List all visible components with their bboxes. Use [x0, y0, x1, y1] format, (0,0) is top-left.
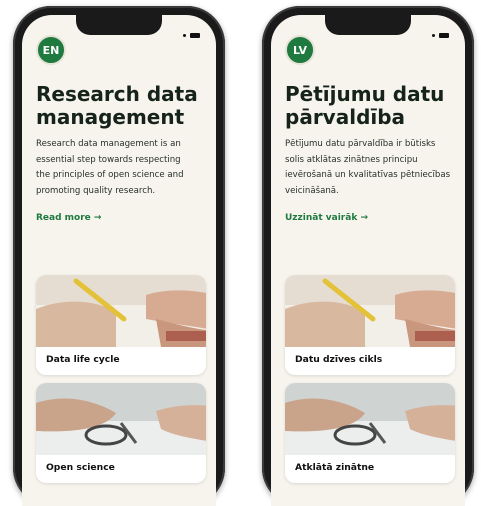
description-line: the principles of open science and: [36, 170, 184, 180]
description-line: Research data management is an: [36, 139, 181, 149]
description-line: Pētījumu datu pārvaldība ir būtisks: [285, 139, 436, 149]
card-label: Datu dzīves cikls: [295, 354, 383, 365]
page-title: Research data management: [36, 83, 206, 129]
card-data-life-cycle[interactable]: Datu dzīves cikls: [285, 275, 455, 375]
phone-screen: LV Pētījumu datu pārvaldība Pētījumu dat…: [271, 15, 465, 506]
page-description: Pētījumu datu pārvaldība ir būtisks soli…: [285, 137, 455, 199]
title-line: pārvaldība: [285, 105, 406, 129]
card-label: Open science: [46, 462, 115, 473]
page-content: EN Research data management Research dat…: [36, 35, 206, 483]
card-open-science[interactable]: Open science: [36, 383, 206, 483]
phone-notch: [76, 15, 162, 35]
phone-notch: [325, 15, 411, 35]
description-line: solis atklātas zinātnes principu: [285, 154, 418, 165]
language-badge[interactable]: LV: [285, 35, 315, 65]
phone-screen: EN Research data management Research dat…: [22, 15, 216, 506]
card-data-life-cycle[interactable]: Data life cycle: [36, 275, 206, 375]
title-line: Pētījumu datu: [285, 82, 445, 106]
page-title: Pētījumu datu pārvaldība: [285, 83, 455, 129]
page-content: LV Pētījumu datu pārvaldība Pētījumu dat…: [285, 35, 455, 483]
description-line: ievērošanā un kvalitatīvas pētniecības: [285, 170, 451, 180]
read-more-link[interactable]: Read more →: [36, 213, 206, 223]
page-description: Research data management is an essential…: [36, 137, 206, 199]
hands-writing-pencil-photo: [285, 275, 455, 347]
card-label: Atklātā zinātne: [295, 462, 375, 473]
card-label: Data life cycle: [46, 354, 120, 365]
card-open-science[interactable]: Atklātā zinātne: [285, 383, 455, 483]
language-badge[interactable]: EN: [36, 35, 66, 65]
title-line: Research data: [36, 82, 198, 106]
description-line: veicināšanā.: [285, 185, 339, 196]
read-more-link[interactable]: Uzzināt vairāk →: [285, 213, 455, 223]
hands-writing-pencil-photo: [36, 275, 206, 347]
description-line: essential step towards respecting: [36, 154, 181, 165]
title-line: management: [36, 105, 185, 129]
hands-with-eyeglasses-photo: [285, 383, 455, 455]
phone-lv: LV Pētījumu datu pārvaldība Pētījumu dat…: [262, 6, 474, 506]
phone-en: EN Research data management Research dat…: [13, 6, 225, 506]
hands-with-eyeglasses-photo: [36, 383, 206, 455]
description-line: promoting quality research.: [36, 185, 156, 196]
